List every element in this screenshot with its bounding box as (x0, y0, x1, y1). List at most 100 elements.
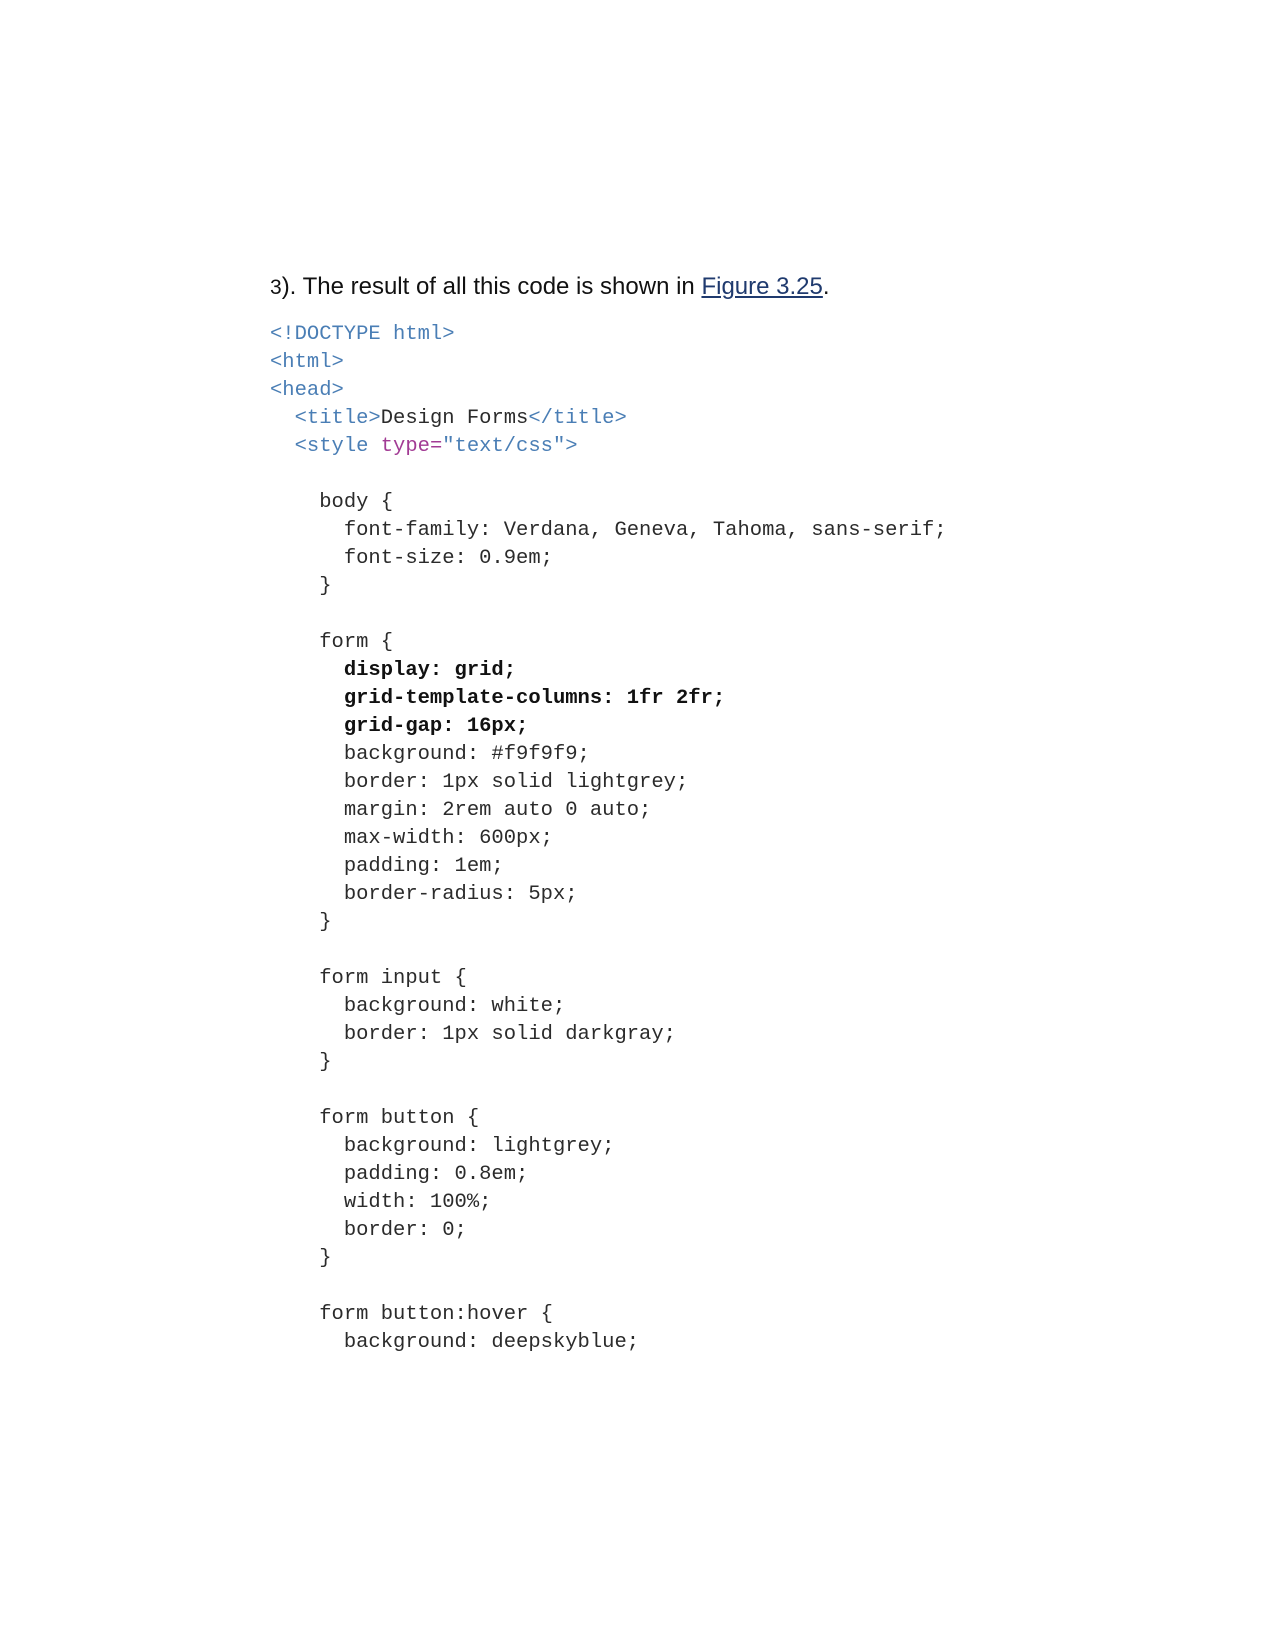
code-token: margin: 2rem auto 0 auto; (343, 799, 652, 822)
code-token: background: #f9f9f9; (343, 743, 590, 766)
code-token: max-width: 600px; (343, 827, 553, 850)
code-line: <head> (270, 377, 947, 405)
code-line: grid-template-columns: 1fr 2fr; (270, 685, 947, 713)
code-token: background: deepskyblue; (343, 1331, 640, 1354)
code-line: background: deepskyblue; (270, 1329, 947, 1357)
figure-link[interactable]: Figure 3.25 (701, 273, 822, 300)
code-line: max-width: 600px; (270, 825, 947, 853)
code-token: border: 1px solid darkgray; (343, 1023, 676, 1046)
code-token: <title> (294, 407, 381, 430)
code-token: padding: 1em; (343, 855, 504, 878)
code-line: <html> (270, 349, 947, 377)
code-token: body { (319, 491, 394, 514)
code-line: background: white; (270, 993, 947, 1021)
code-token: form { (319, 631, 394, 654)
code-token: background: lightgrey; (343, 1135, 615, 1158)
code-token: width: 100%; (343, 1191, 492, 1214)
code-line: padding: 1em; (270, 853, 947, 881)
code-token: border: 1px solid lightgrey; (343, 771, 689, 794)
code-line: font-family: Verdana, Geneva, Tahoma, sa… (270, 517, 947, 545)
intro-number: 3 (270, 276, 282, 299)
code-line: font-size: 0.9em; (270, 545, 947, 573)
code-token: form input { (319, 967, 467, 990)
code-line: background: lightgrey; (270, 1133, 947, 1161)
code-block: <!DOCTYPE html> <html> <head> <title>Desig… (270, 321, 947, 1357)
intro-text: ). The result of all this code is shown … (281, 273, 702, 300)
code-line: padding: 0.8em; (270, 1161, 947, 1189)
code-line: body { (270, 489, 947, 517)
code-token: form button { (319, 1107, 480, 1130)
code-token: } (319, 1247, 332, 1270)
code-line: display: grid; (270, 657, 947, 685)
code-line: } (270, 909, 947, 937)
code-line: border: 0; (270, 1217, 947, 1245)
document-page: 3). The result of all this code is shown… (0, 0, 1275, 1649)
code-token: type= (380, 435, 443, 458)
code-token: display: grid; (343, 659, 517, 682)
code-line: form button:hover { (270, 1301, 947, 1329)
code-token: grid-gap: 16px; (343, 715, 529, 738)
code-line: <title>Design Forms</title> (270, 405, 947, 433)
code-token: border-radius: 5px; (343, 883, 578, 906)
code-line: } (270, 1049, 947, 1077)
code-line: <style type="text/css"> (270, 433, 947, 461)
code-token: <!DOCTYPE html> (270, 323, 455, 346)
code-token: Design Forms (380, 407, 529, 430)
code-token: font-family: Verdana, Geneva, Tahoma, sa… (343, 519, 947, 542)
code-token: "text/css"> (442, 435, 578, 458)
code-line: } (270, 1245, 947, 1273)
code-token: <head> (270, 379, 344, 402)
code-line: <!DOCTYPE html> (270, 321, 947, 349)
code-token: form button:hover { (319, 1303, 553, 1326)
code-token: grid-template-columns: 1fr 2fr; (343, 687, 726, 710)
code-line: } (270, 573, 947, 601)
code-token: font-size: 0.9em; (343, 547, 553, 570)
code-token: } (319, 911, 332, 934)
code-line: form input { (270, 965, 947, 993)
code-line: border-radius: 5px; (270, 881, 947, 909)
code-token: background: white; (343, 995, 566, 1018)
code-line: background: #f9f9f9; (270, 741, 947, 769)
code-line: border: 1px solid lightgrey; (270, 769, 947, 797)
code-token: } (319, 575, 332, 598)
code-line: width: 100%; (270, 1189, 947, 1217)
intro-paragraph: 3). The result of all this code is shown… (270, 272, 830, 303)
code-token: border: 0; (343, 1219, 467, 1242)
intro-period: . (822, 273, 830, 300)
code-token: padding: 0.8em; (343, 1163, 529, 1186)
code-token: <html> (270, 351, 344, 374)
code-line: form { (270, 629, 947, 657)
code-token: </title> (528, 407, 627, 430)
code-token: } (319, 1051, 332, 1074)
code-line: margin: 2rem auto 0 auto; (270, 797, 947, 825)
